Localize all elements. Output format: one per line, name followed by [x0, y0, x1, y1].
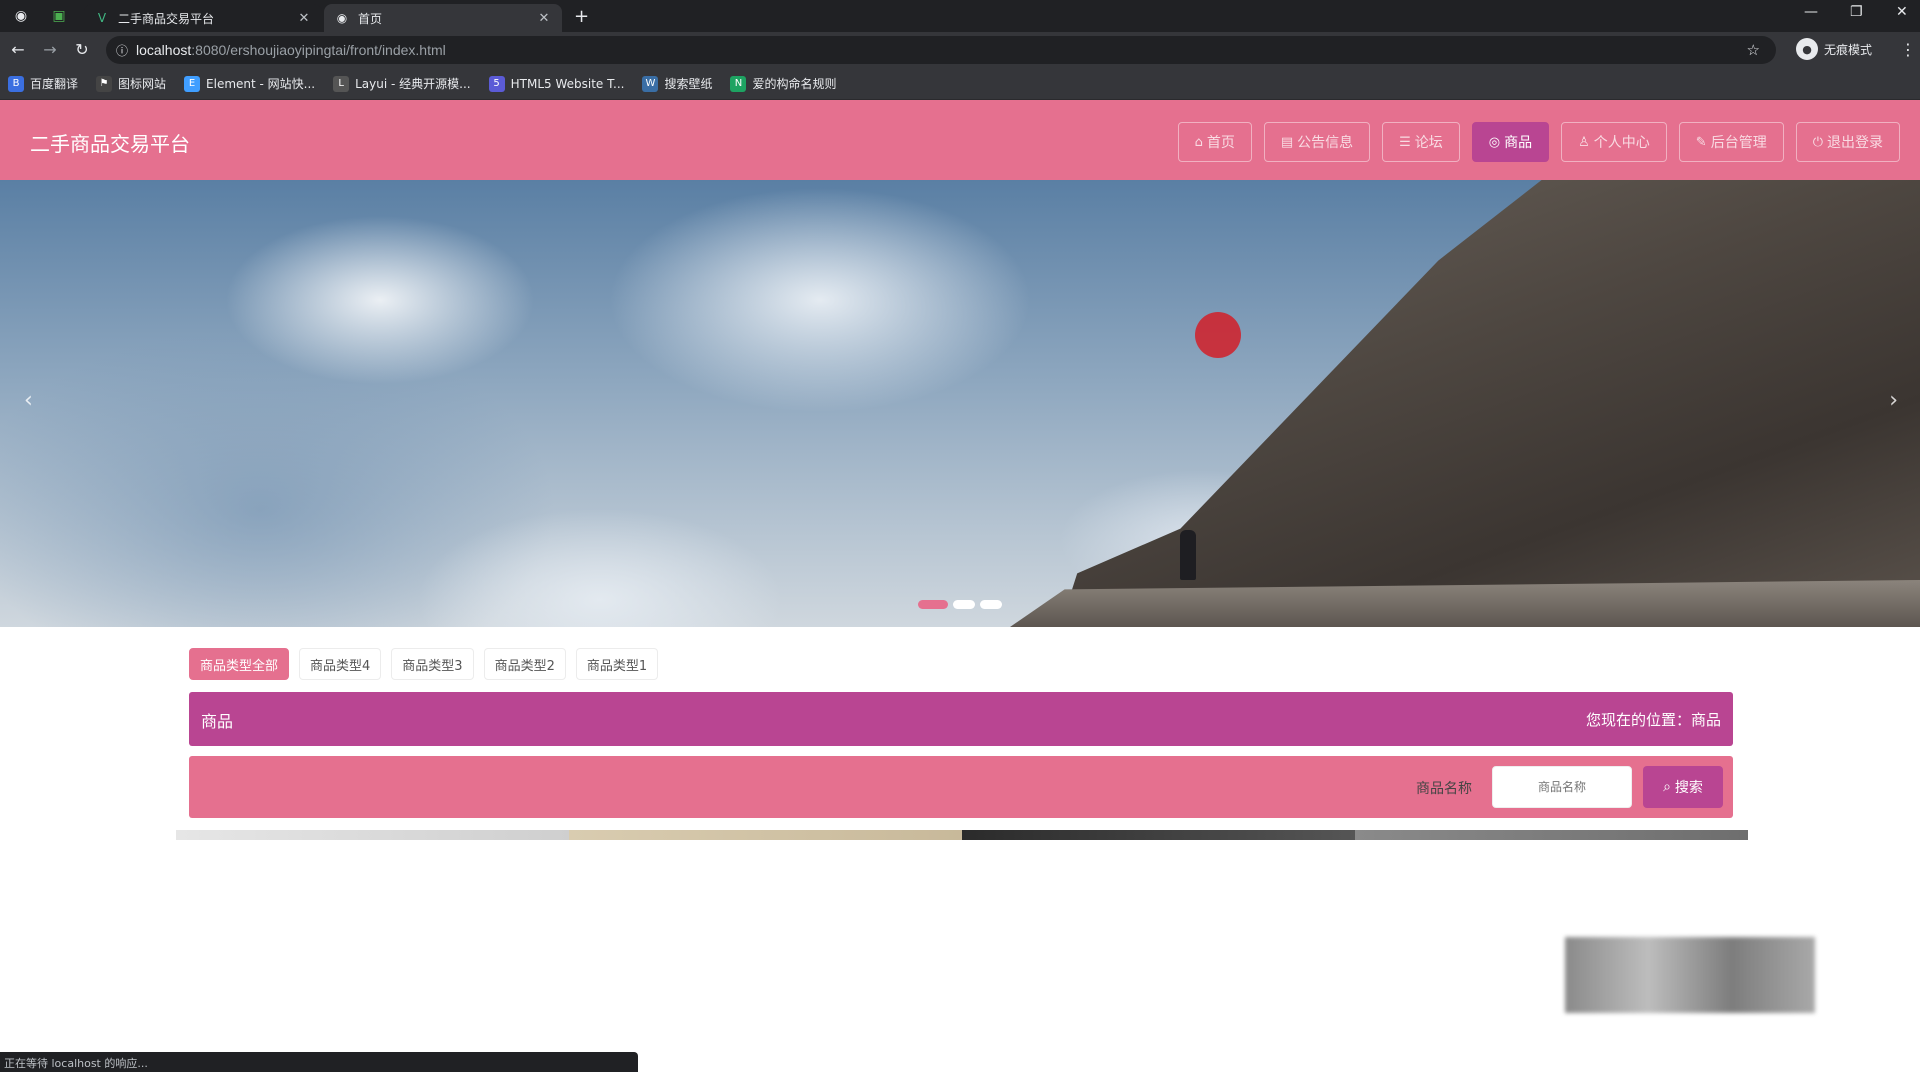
- bookmark-item[interactable]: E Element - 网站快...: [184, 75, 315, 92]
- tab-platform[interactable]: V 二手商品交易平台 ✕: [84, 4, 322, 32]
- goods-icon: ◎: [1488, 134, 1501, 150]
- restore-icon[interactable]: ❐: [1850, 4, 1863, 20]
- search-bar: 商品名称 ⌕搜索: [189, 756, 1733, 818]
- logout-icon: ⏻: [1812, 134, 1823, 150]
- product-list: [176, 830, 1748, 840]
- admin-icon: ✎: [1695, 134, 1707, 150]
- back-icon[interactable]: ←: [8, 40, 28, 60]
- bookmark-item[interactable]: N 爱的构命名规则: [730, 75, 836, 92]
- profile-label: 无痕模式: [1824, 42, 1873, 57]
- html5-icon: 5: [488, 75, 505, 92]
- cursor-highlight: [1195, 312, 1241, 358]
- nav-home[interactable]: ⌂ 首页: [1177, 122, 1252, 162]
- nav-user-center[interactable]: ♙ 个人中心: [1561, 122, 1667, 162]
- close-icon[interactable]: ✕: [296, 11, 312, 26]
- forum-icon: ☰: [1399, 134, 1411, 150]
- bookmark-star-icon[interactable]: ☆: [1747, 41, 1760, 59]
- globe-icon: ◉: [336, 11, 348, 25]
- browser-status-bar: 正在等待 localhost 的响应...: [0, 1052, 638, 1072]
- search-input[interactable]: [1492, 766, 1632, 808]
- banner-carousel: ‹ ›: [0, 180, 1920, 627]
- category-all[interactable]: 商品类型全部: [189, 648, 290, 680]
- browser-menu-icon[interactable]: ◉: [10, 5, 32, 27]
- bookmarks-bar: B 百度翻译 ⚑ 图标网站 E Element - 网站快... L Layui - 经…: [0, 68, 1920, 100]
- category-1[interactable]: 商品类型1: [575, 648, 659, 680]
- incognito-profile[interactable]: ● 无痕模式: [1796, 38, 1872, 60]
- info-icon[interactable]: ⓘ: [116, 42, 136, 59]
- url-field[interactable]: ⓘ localhost:8080/ershoujiaoyipingtai/fro…: [106, 36, 1776, 64]
- bookmark-item[interactable]: L Layui - 经典开源模...: [333, 75, 471, 92]
- flag-icon: ⚑: [96, 75, 113, 92]
- tab-home[interactable]: ◉ 首页 ✕: [324, 4, 562, 32]
- close-window-icon[interactable]: ✕: [1896, 4, 1908, 20]
- bookmark-item[interactable]: 5 HTML5 Website T...: [488, 75, 624, 92]
- product-thumbnail[interactable]: [1355, 830, 1748, 840]
- carousel-next-icon[interactable]: ›: [1889, 388, 1898, 413]
- category-4[interactable]: 商品类型4: [299, 648, 382, 680]
- page-title: 商品: [201, 712, 234, 731]
- search-button[interactable]: ⌕ 搜索: [1643, 766, 1723, 808]
- address-bar: ← → ↻ ⓘ localhost:8080/ershoujiaoyipingt…: [0, 32, 1920, 68]
- product-thumbnail[interactable]: [569, 830, 962, 840]
- url-text: localhost:8080/ershoujiaoyipingtai/front…: [136, 42, 446, 58]
- nav-admin[interactable]: ✎ 后台管理: [1678, 122, 1784, 162]
- category-3[interactable]: 商品类型3: [391, 648, 474, 680]
- close-icon[interactable]: ✕: [536, 11, 552, 26]
- product-thumbnail[interactable]: [176, 830, 569, 840]
- category-2[interactable]: 商品类型2: [483, 648, 566, 680]
- main-nav: ⌂ 首页 ▤ 公告信息 ☰ 论坛 ◎ 商品 ♙ 个人中心 ✎ 后台管理 ⏻ 退出登录: [1166, 122, 1900, 162]
- sheet-tab-icon[interactable]: ▣: [48, 5, 70, 27]
- element-icon: E: [184, 75, 201, 92]
- reload-icon[interactable]: ↻: [72, 40, 92, 60]
- banner-person-figure: [1180, 530, 1196, 580]
- bookmark-item[interactable]: ⚑ 图标网站: [96, 75, 166, 92]
- product-thumbnail[interactable]: [962, 830, 1355, 840]
- search-label: 商品名称: [1416, 781, 1472, 797]
- translate-icon: B: [8, 75, 24, 92]
- nav-notice[interactable]: ▤ 公告信息: [1263, 122, 1371, 162]
- carousel-indicators: [918, 600, 1007, 609]
- forward-icon[interactable]: →: [40, 40, 60, 60]
- blurred-watermark: [1565, 937, 1815, 1013]
- browser-menu-dots-icon[interactable]: ⋮: [1900, 40, 1916, 59]
- home-icon: ⌂: [1194, 134, 1203, 150]
- bookmark-item[interactable]: B 百度翻译: [8, 75, 78, 92]
- user-icon: ♙: [1578, 134, 1590, 150]
- nav-forum[interactable]: ☰ 论坛: [1382, 122, 1460, 162]
- minimize-icon[interactable]: —: [1804, 4, 1818, 20]
- incognito-icon: ●: [1796, 38, 1818, 60]
- carousel-prev-icon[interactable]: ‹: [24, 388, 33, 413]
- site-title: 二手商品交易平台: [30, 132, 190, 156]
- location-text: 您现在的位置：商品: [1585, 711, 1721, 729]
- notice-icon: ▤: [1280, 134, 1294, 150]
- breadcrumb: 商品 您现在的位置：商品: [189, 692, 1733, 746]
- layui-icon: L: [333, 75, 350, 92]
- carousel-dot[interactable]: [953, 600, 975, 609]
- nav-goods[interactable]: ◎ 商品: [1471, 122, 1550, 162]
- search-icon: ⌕: [1663, 779, 1671, 795]
- wallpaper-icon: W: [642, 75, 659, 92]
- site-header: 二手商品交易平台 ⌂ 首页 ▤ 公告信息 ☰ 论坛 ◎ 商品 ♙ 个人中心 ✎ 后台管理 ⏻…: [0, 100, 1920, 180]
- nav-logout[interactable]: ⏻ 退出登录: [1795, 122, 1900, 162]
- naming-icon: N: [730, 75, 747, 92]
- browser-tab-bar: ◉ ▣ V 二手商品交易平台 ✕ ◉ 首页 ✕ + — ❐ ✕: [0, 0, 1920, 32]
- tab-label: 二手商品交易平台: [118, 11, 215, 26]
- new-tab-button[interactable]: +: [574, 6, 589, 27]
- carousel-dot[interactable]: [980, 600, 1002, 609]
- bookmark-item[interactable]: W 搜索壁纸: [642, 75, 712, 92]
- category-filters: 商品类型全部 商品类型4 商品类型3 商品类型2 商品类型1: [189, 648, 668, 680]
- carousel-dot[interactable]: [918, 600, 948, 609]
- vue-logo-icon: V: [97, 11, 107, 25]
- tab-label: 首页: [358, 11, 383, 26]
